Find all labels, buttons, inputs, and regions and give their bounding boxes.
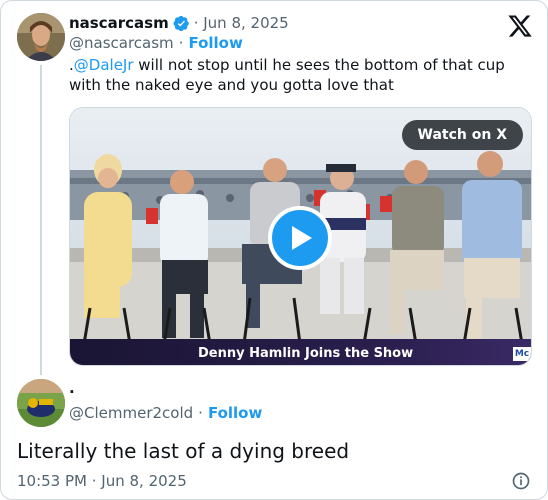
lower-third-title: Denny Hamlin Joins the Show [198,346,414,361]
reply-handle[interactable]: @Clemmer2cold [69,404,193,422]
tweet-text-rest: will not stop until he sees the bottom o… [133,56,505,74]
lower-third-banner: Denny Hamlin Joins the Show Mc [70,339,531,365]
network-logo: Mc [513,347,531,361]
avatar-image [17,13,65,61]
separator-dot: · [198,404,203,422]
thread-line [40,65,42,375]
reply-follow-button[interactable]: Follow [208,404,262,422]
reply-avatar-image [17,379,65,427]
tweet-text-line-2: with the naked eye and you gotta love th… [69,76,394,94]
avatar[interactable] [17,13,65,61]
reply-text: Literally the last of a dying breed [17,439,350,463]
watch-on-x-button[interactable]: Watch on X [401,120,523,150]
x-logo-icon[interactable] [506,13,534,39]
reply-handle-row: @Clemmer2cold · Follow [69,404,262,422]
verified-badge-icon [173,15,189,31]
follow-button[interactable]: Follow [188,34,242,52]
tweet-text: .@DaleJr will not stop until he sees the… [69,55,529,95]
tweet-timestamp[interactable]: 10:53 PM · Jun 8, 2025 [17,472,187,490]
tweet-text-line-1: .@DaleJr will not stop until he sees the… [69,55,529,75]
author-display-name[interactable]: nascarcasm [69,14,169,32]
handle-row: @nascarcasm · Follow [69,34,243,52]
author-row: nascarcasm · Jun 8, 2025 [69,13,289,33]
reply-avatar[interactable] [17,379,65,427]
tweet-date[interactable]: · Jun 8, 2025 [194,14,289,32]
info-icon[interactable] [511,471,531,491]
separator-dot: · [178,34,184,52]
mention-link[interactable]: @DaleJr [74,56,134,74]
reply-display-name[interactable]: . [69,379,75,397]
video-player[interactable]: Watch on X Denny Hamlin Joins the Show M… [69,107,532,366]
play-icon [292,226,312,250]
embedded-tweet-card: nascarcasm · Jun 8, 2025 @nascarcasm · F… [0,0,548,500]
author-handle[interactable]: @nascarcasm [69,34,174,52]
play-button[interactable] [268,206,332,270]
